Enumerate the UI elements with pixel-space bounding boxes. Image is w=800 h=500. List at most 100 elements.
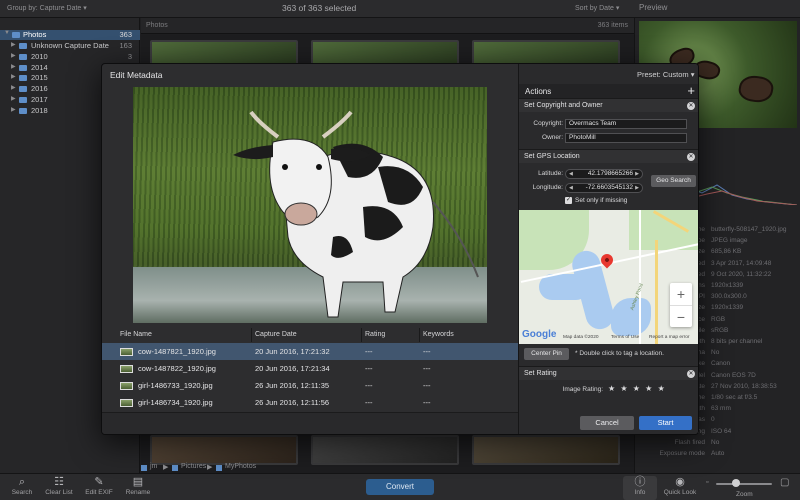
- latitude-stepper[interactable]: ◀ 42.1798665266 ▶: [565, 169, 643, 179]
- image-thumbnail-icon: [120, 382, 133, 390]
- capture-date: 20 Jun 2016, 17:21:34: [255, 364, 330, 373]
- latitude-label: Latitude:: [538, 170, 563, 177]
- sheet-title: Edit Metadata: [110, 70, 163, 80]
- info-value: 1920x1339: [711, 304, 744, 312]
- info-value: RGB: [711, 315, 726, 323]
- latitude-value: 42.1798665266: [587, 170, 633, 177]
- disclosure-icon[interactable]: ▶: [11, 106, 16, 113]
- info-button[interactable]: ⓘ Info: [623, 476, 657, 500]
- zoom-slider-knob[interactable]: [732, 479, 740, 487]
- capture-date: 20 Jun 2016, 17:21:32: [255, 347, 330, 356]
- info-value: 1920x1339: [711, 282, 744, 289]
- convert-button[interactable]: Convert: [366, 479, 434, 495]
- info-value: Auto: [711, 450, 725, 457]
- info-row: Flash fired No: [634, 439, 800, 450]
- terms-link[interactable]: Terms of Use: [611, 335, 639, 340]
- column-header-rating[interactable]: Rating: [362, 328, 420, 342]
- decrement-icon[interactable]: ◀: [569, 170, 573, 178]
- sidebar-item-count: 3: [127, 52, 132, 61]
- edit-exif-icon: ✎: [94, 476, 104, 488]
- sidebar-item-label: Photos: [23, 30, 47, 39]
- search-button[interactable]: ⌕ Search: [2, 476, 42, 500]
- cancel-button[interactable]: Cancel: [580, 416, 634, 430]
- rename-button[interactable]: ▤ Rename: [118, 476, 158, 500]
- longitude-stepper[interactable]: ◀ -72.6603545132 ▶: [565, 183, 643, 193]
- table-row[interactable]: cow-1487822_1920.jpg 20 Jun 2016, 17:21:…: [102, 360, 518, 377]
- remove-action-icon[interactable]: ✕: [687, 370, 695, 378]
- start-button[interactable]: Start: [639, 416, 692, 430]
- owner-label: Owner:: [542, 134, 563, 141]
- info-value: No: [711, 438, 720, 446]
- disclosure-icon[interactable]: ▶: [11, 73, 16, 80]
- info-value: 9 Oct 2020, 11:32:22: [711, 270, 772, 278]
- center-pin-button[interactable]: Center Pin: [524, 348, 569, 360]
- table-row[interactable]: girl-1486734_1920.jpg 26 Jun 2016, 12:11…: [102, 394, 518, 411]
- grid-header: Photos 363 items: [141, 18, 634, 34]
- photo-preview: [133, 87, 487, 323]
- group-by-dropdown[interactable]: Group by: Capture Date ▾: [7, 4, 87, 12]
- sidebar-item-unknown-date[interactable]: ▶ Unknown Capture Date 163: [0, 41, 140, 51]
- increment-icon[interactable]: ▶: [635, 184, 639, 192]
- column-header-capture-date[interactable]: Capture Date: [252, 328, 362, 342]
- disclosure-icon[interactable]: ▶: [11, 95, 16, 102]
- add-action-icon[interactable]: +: [687, 83, 695, 98]
- report-map-error-link[interactable]: Report a map error: [649, 335, 690, 340]
- bottom-toolbar: ⌕ Search ☷ Clear List ✎ Edit EXIF ▤ Rena…: [0, 473, 800, 500]
- section-title: Set GPS Location: [524, 153, 580, 160]
- file-table: File Name Capture Date Rating Keywords c…: [102, 328, 518, 413]
- sort-by-dropdown[interactable]: Sort by Date ▾: [575, 4, 619, 12]
- zoom-out-icon[interactable]: ▫: [706, 479, 708, 486]
- sidebar-item-photos[interactable]: ▼ Photos 363: [0, 30, 140, 40]
- edit-metadata-sheet: Edit Metadata File Name Capture Date Rat…: [101, 63, 699, 435]
- info-icon: ⓘ: [634, 476, 646, 488]
- map-zoom-in-button[interactable]: +: [670, 283, 692, 305]
- path-segment[interactable]: MyPhotos: [225, 463, 256, 470]
- rating-stars[interactable]: ★ ★ ★ ★ ★: [608, 384, 666, 393]
- map-zoom-out-button[interactable]: −: [670, 305, 692, 327]
- edit-exif-button[interactable]: ✎ Edit EXIF: [79, 476, 119, 500]
- path-segment[interactable]: jm: [150, 463, 157, 470]
- increment-icon[interactable]: ▶: [635, 170, 639, 178]
- info-value: ISO 64: [711, 427, 732, 435]
- remove-action-icon[interactable]: ✕: [687, 153, 695, 161]
- photo-thumbnail[interactable]: [472, 435, 620, 465]
- disclosure-icon[interactable]: ▶: [11, 52, 16, 59]
- folder-icon: [12, 32, 20, 38]
- grid-section-label: Photos: [146, 22, 168, 29]
- owner-field[interactable]: PhotoMill: [565, 133, 687, 143]
- sidebar-item-2010[interactable]: ▶ 2010 3: [0, 52, 140, 62]
- geo-search-button[interactable]: Geo Search: [651, 175, 696, 187]
- rename-icon: ▤: [132, 476, 144, 488]
- info-key: Exposure mode: [659, 450, 705, 457]
- disclosure-icon[interactable]: ▶: [11, 63, 16, 70]
- clear-list-button[interactable]: ☷ Clear List: [39, 476, 79, 500]
- quick-look-button[interactable]: ◉ Quick Look: [660, 476, 700, 500]
- column-header-keywords[interactable]: Keywords: [420, 328, 518, 342]
- pin-hint-text: * Double click to tag a location.: [575, 350, 664, 357]
- info-value: sRGB: [711, 326, 729, 334]
- path-segment[interactable]: Pictures: [181, 463, 206, 470]
- disclosure-icon[interactable]: ▶: [11, 41, 16, 48]
- column-header-file-name[interactable]: File Name: [102, 328, 252, 342]
- copyright-field[interactable]: Overmacs Team: [565, 119, 687, 129]
- disclosure-icon[interactable]: ▼: [4, 30, 10, 36]
- decrement-icon[interactable]: ◀: [569, 184, 573, 192]
- photo-thumbnail[interactable]: [150, 435, 298, 465]
- zoom-slider[interactable]: [716, 483, 772, 485]
- remove-action-icon[interactable]: ✕: [687, 102, 695, 110]
- only-if-missing-checkbox[interactable]: ✓: [565, 197, 572, 204]
- location-map[interactable]: Ashley Pond + − Google Map data ©2020 Te…: [519, 210, 698, 344]
- folder-icon: [216, 465, 222, 471]
- photo-thumbnail[interactable]: [311, 435, 459, 465]
- disclosure-icon[interactable]: ▶: [11, 84, 16, 91]
- sheet-footer: [102, 412, 518, 434]
- info-value: 685,86 KB: [711, 248, 742, 256]
- rating: ---: [365, 398, 373, 407]
- chevron-right-icon: ▶: [163, 464, 169, 471]
- table-row[interactable]: cow-1487821_1920.jpg 20 Jun 2016, 17:21:…: [102, 343, 518, 360]
- preset-dropdown[interactable]: Preset: Custom ▾: [637, 70, 695, 79]
- info-label: Info: [634, 489, 646, 496]
- zoom-in-icon[interactable]: ▢: [780, 477, 789, 488]
- actions-header: Actions +: [519, 83, 698, 98]
- table-row[interactable]: girl-1486733_1920.jpg 26 Jun 2016, 12:11…: [102, 377, 518, 394]
